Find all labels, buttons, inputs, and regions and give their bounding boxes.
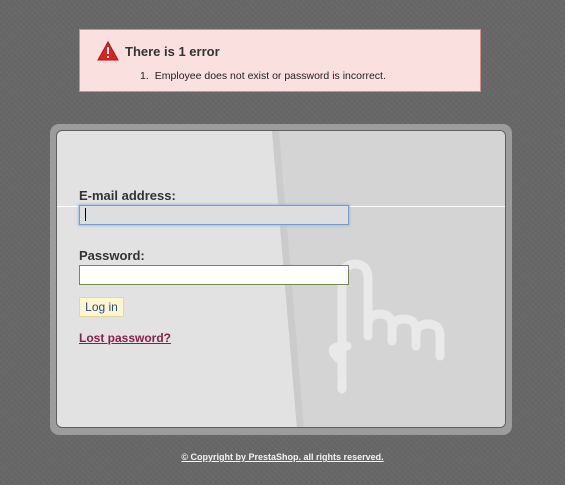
error-item-number: 1.	[140, 70, 149, 82]
error-list: 1. Employee does not exist or password i…	[140, 70, 386, 82]
error-item: 1. Employee does not exist or password i…	[140, 70, 386, 82]
text-caret	[85, 208, 86, 221]
password-label: Password:	[79, 248, 145, 263]
error-title: There is 1 error	[125, 44, 220, 59]
copyright-link[interactable]: © Copyright by PrestaShop. all rights re…	[0, 452, 565, 462]
error-item-text: Employee does not exist or password is i…	[154, 70, 386, 82]
password-field[interactable]	[79, 265, 349, 285]
email-label: E-mail address:	[79, 188, 176, 203]
lost-password-link[interactable]: Lost password?	[79, 331, 171, 345]
email-field[interactable]	[79, 205, 349, 225]
error-message-box: There is 1 error 1. Employee does not ex…	[79, 29, 481, 92]
login-button[interactable]: Log in	[79, 297, 124, 317]
warning-triangle-icon	[97, 41, 119, 61]
